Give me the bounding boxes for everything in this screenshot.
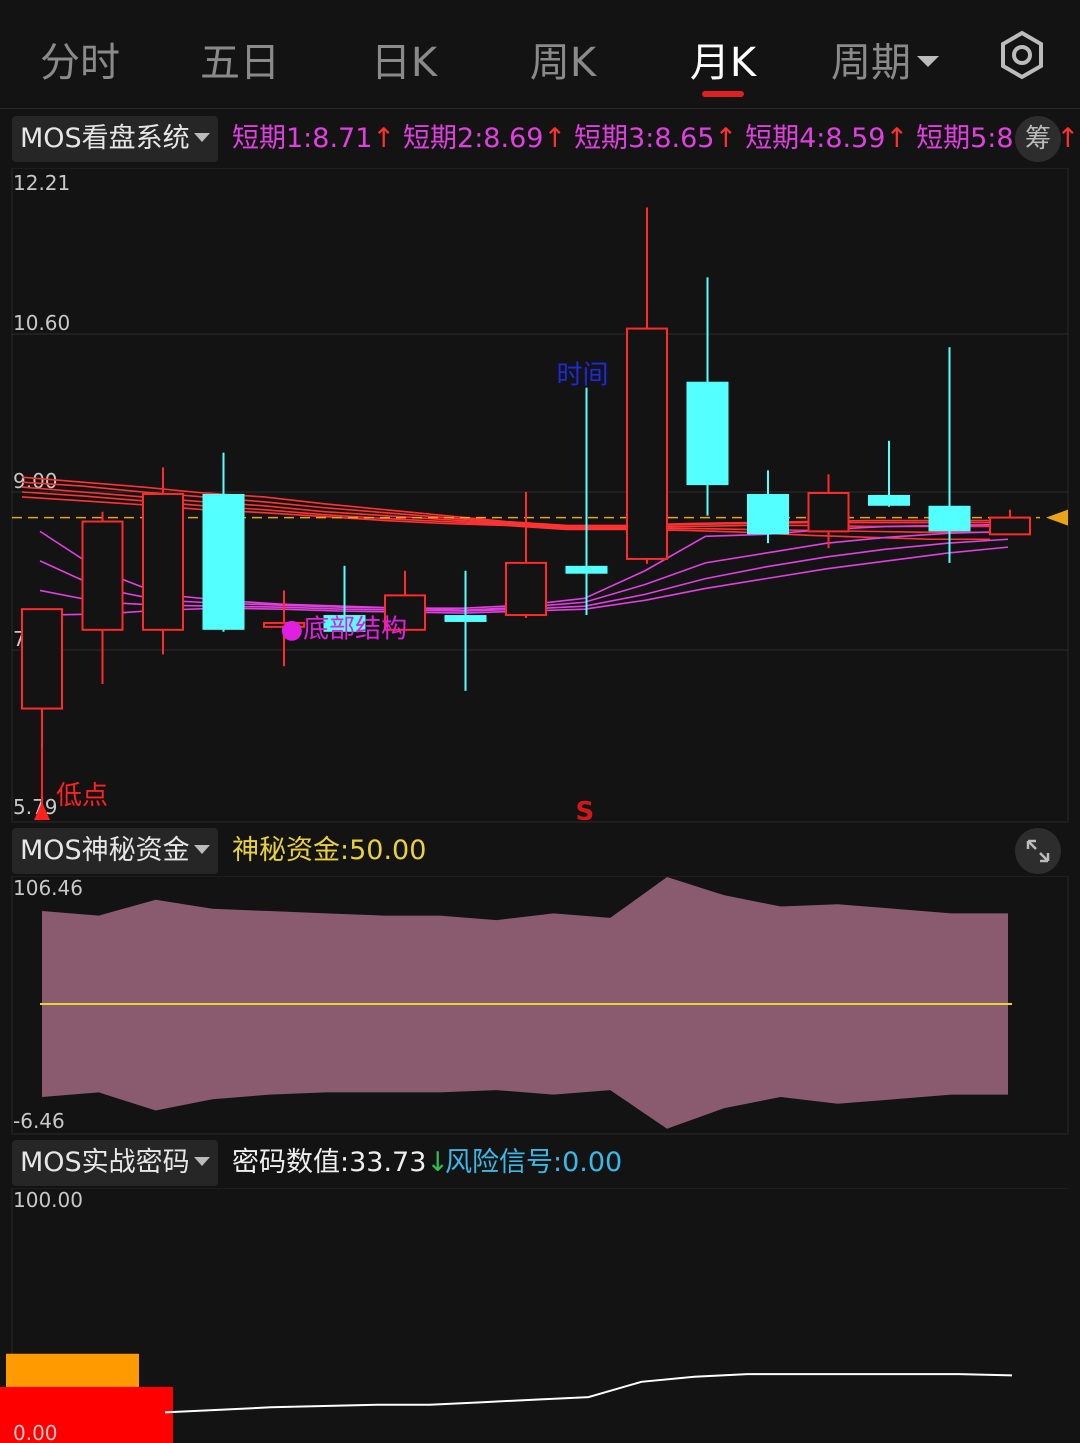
code-value-line <box>164 1373 1013 1414</box>
chevron-down-icon <box>917 55 939 67</box>
tab-label: 分时 <box>40 40 120 86</box>
chip-distribution-button[interactable]: 筹 <box>1015 116 1061 162</box>
current-price-marker <box>1046 509 1068 526</box>
candle <box>142 467 184 655</box>
up-arrow-icon: ↑ <box>372 123 396 154</box>
candle <box>747 470 789 544</box>
sell-signal-label: S <box>576 797 595 824</box>
code-indicator-select[interactable]: MOS实战密码 <box>12 1140 218 1186</box>
candle-body <box>81 520 124 631</box>
y-axis-label: 106.46 <box>13 876 83 900</box>
fund-value: 神秘资金:50.00 <box>232 835 427 866</box>
fund-indicator-select[interactable]: MOS神秘资金 <box>12 828 218 874</box>
tab-label: 月K <box>689 40 757 86</box>
low-point-label: 低点 <box>56 781 108 811</box>
risk-signal: 风险信号:0.00 <box>445 1147 623 1178</box>
expand-icon <box>1026 839 1050 863</box>
main-indicator-header: MOS看盘系统 短期1:8.71↑ 短期2:8.69↑ 短期3:8.65↑ 短期4:8… <box>0 110 1080 168</box>
fund-band-area <box>42 877 1008 1129</box>
ma-values: 短期1:8.71↑ 短期2:8.69↑ 短期3:8.65↑ 短期4:8.59↑ 短期5:… <box>232 116 1080 162</box>
code-value-label: 密码数值:33.73 <box>232 1147 427 1178</box>
fund-area-chart[interactable]: 106.46 -6.46 <box>0 876 1080 1136</box>
ma-value-label: 短期1:8.71 <box>232 123 373 154</box>
gear-icon[interactable] <box>997 30 1047 80</box>
candle <box>989 509 1031 536</box>
candle <box>21 608 63 748</box>
tab-label: 日K <box>370 40 438 86</box>
candle <box>202 452 245 632</box>
tab-label: 周K <box>529 40 597 86</box>
chevron-down-icon <box>193 133 210 142</box>
candle <box>565 387 608 616</box>
candle <box>444 570 487 691</box>
y-axis-label: 5.79 <box>13 795 58 819</box>
candle-body <box>989 516 1031 536</box>
ma-value-label: 短期3:8.65 <box>574 123 715 154</box>
candle-body <box>807 491 850 533</box>
y-axis-label: -6.46 <box>13 1109 65 1133</box>
y-axis-label: 100.00 <box>13 1188 83 1212</box>
candle-body <box>868 494 910 506</box>
tab-3[interactable]: 周K <box>530 30 596 88</box>
candle-body <box>444 615 487 622</box>
expand-button[interactable] <box>1015 828 1061 874</box>
ma-value-label: 短期4:8.59 <box>745 123 886 154</box>
period-tabs: 分时 五日 日K 周K 月K 周期 <box>0 0 1080 109</box>
up-arrow-icon: ↑ <box>885 123 909 154</box>
candle-body <box>686 381 729 486</box>
main-indicator-select[interactable]: MOS看盘系统 <box>12 116 218 162</box>
tab-0[interactable]: 分时 <box>40 30 120 88</box>
y-axis-label: 12.21 <box>13 171 70 195</box>
code-indicator-name: MOS实战密码 <box>20 1147 190 1178</box>
candle-body <box>202 493 245 630</box>
candle <box>81 511 124 684</box>
y-axis-label: 10.60 <box>13 311 70 335</box>
fund-indicator-header: MOS神秘资金 神秘资金:50.00 <box>0 822 1080 880</box>
code-value: 密码数值:33.73↓ <box>232 1140 449 1186</box>
ma-value-3: 短期3:8.65↑ <box>574 123 737 154</box>
candle-body <box>505 561 547 617</box>
candle <box>626 207 668 564</box>
main-indicator-name: MOS看盘系统 <box>20 123 190 154</box>
tab-4[interactable]: 月K <box>690 30 756 88</box>
tab-label: 五日 <box>200 40 280 86</box>
y-axis-label: 0.00 <box>13 1421 58 1443</box>
candle-body <box>142 492 184 631</box>
fund-indicator-name: MOS神秘资金 <box>20 835 190 866</box>
code-indicator-header: MOS实战密码 密码数值:33.73↓ 风险信号:0.00 <box>0 1134 1080 1192</box>
candle <box>686 277 729 516</box>
chevron-down-icon <box>193 1157 210 1166</box>
candle-body <box>747 493 789 535</box>
candle <box>868 440 910 507</box>
time-label: 时间 <box>557 361 609 391</box>
candle-body <box>626 327 668 560</box>
tab-5[interactable]: 周期 <box>831 30 939 88</box>
active-tab-indicator <box>702 91 744 97</box>
candlestick-chart[interactable]: 12.2110.609.007.405.79低点●底部结构时间S <box>0 168 1080 824</box>
candle-body <box>565 565 608 574</box>
bottom-structure-label: ●底部结构 <box>281 615 408 645</box>
ma-value-label: 短期2:8.69 <box>403 123 544 154</box>
code-line-chart[interactable]: 100.00 0.00 <box>0 1188 1080 1443</box>
candle <box>505 492 547 619</box>
up-arrow-icon: ↑ <box>714 123 738 154</box>
candle <box>928 347 971 563</box>
ma-value-1: 短期1:8.71↑ <box>232 123 395 154</box>
candle-body <box>21 608 63 710</box>
ma-value-2: 短期2:8.69↑ <box>403 123 566 154</box>
tab-label: 周期 <box>831 40 911 86</box>
ma-value-4: 短期4:8.59↑ <box>745 123 908 154</box>
up-arrow-icon: ↑ <box>543 123 567 154</box>
tab-2[interactable]: 日K <box>371 30 437 88</box>
candle-body <box>928 505 971 532</box>
chevron-down-icon <box>193 845 210 854</box>
tab-1[interactable]: 五日 <box>200 30 280 88</box>
